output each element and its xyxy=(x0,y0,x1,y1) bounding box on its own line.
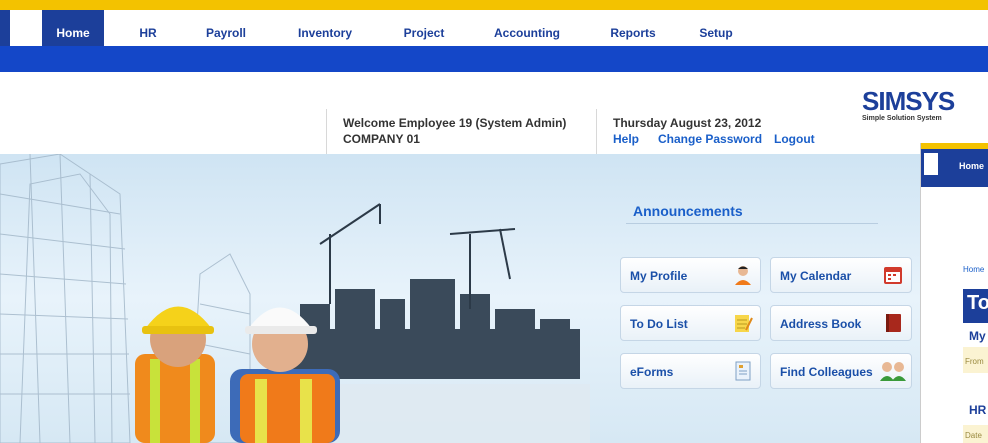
my-profile-button[interactable]: My Profile xyxy=(620,257,761,293)
profile-icon xyxy=(735,266,751,285)
notepad-icon xyxy=(735,315,753,332)
side-preview-nav-home[interactable]: Home xyxy=(959,161,984,171)
logo-text: SIMSYS xyxy=(862,86,955,116)
nav-accounting[interactable]: Accounting xyxy=(486,10,568,46)
side-preview-from: From xyxy=(965,357,984,366)
my-calendar-button[interactable]: My Calendar xyxy=(770,257,912,293)
company-name: COMPANY 01 xyxy=(343,132,420,146)
current-date: Thursday August 23, 2012 xyxy=(613,116,762,130)
logout-link[interactable]: Logout xyxy=(774,132,815,146)
hero-illustration xyxy=(0,154,590,443)
nav-setup[interactable]: Setup xyxy=(690,10,742,46)
announcements-title: Announcements xyxy=(633,203,743,219)
help-link[interactable]: Help xyxy=(613,132,639,146)
address-book-label: Address Book xyxy=(780,317,862,331)
my-calendar-label: My Calendar xyxy=(780,269,852,283)
nav-home[interactable]: Home xyxy=(42,10,104,46)
eforms-button[interactable]: eForms xyxy=(620,353,761,389)
side-preview-title: To xyxy=(967,292,988,314)
city-silhouette xyxy=(280,279,580,379)
welcome-text: Welcome Employee 19 (System Admin) xyxy=(343,116,567,130)
nav-inventory[interactable]: Inventory xyxy=(290,10,360,46)
nav-project[interactable]: Project xyxy=(394,10,454,46)
header-divider-left xyxy=(326,109,327,154)
side-preview-my: My xyxy=(969,329,986,343)
address-book-button[interactable]: Address Book xyxy=(770,305,912,341)
address-book-icon xyxy=(886,314,901,332)
worker-left xyxy=(135,306,215,443)
colleagues-icon xyxy=(880,362,906,381)
logo-subtitle: Simple Solution System xyxy=(862,115,942,122)
side-preview-breadcrumb[interactable]: Home xyxy=(963,265,984,274)
side-preview-nav-white xyxy=(924,153,938,175)
todo-list-label: To Do List xyxy=(630,317,688,331)
top-yellow-strip xyxy=(0,0,988,8)
todo-list-button[interactable]: To Do List xyxy=(620,305,761,341)
blue-band xyxy=(0,46,988,72)
nav-payroll[interactable]: Payroll xyxy=(196,10,256,46)
calendar-icon xyxy=(884,267,902,284)
header-area xyxy=(0,72,988,154)
find-colleagues-button[interactable]: Find Colleagues xyxy=(770,353,912,389)
my-profile-label: My Profile xyxy=(630,269,688,283)
change-password-link[interactable]: Change Password xyxy=(658,132,762,146)
hero-banner xyxy=(0,154,920,443)
side-preview-panel: Home Home To My From HR Date xyxy=(920,143,988,443)
company-logo: SIMSYS Simple Solution System xyxy=(862,86,988,126)
nav-hr[interactable]: HR xyxy=(126,10,170,46)
nav-reports[interactable]: Reports xyxy=(602,10,664,46)
announcements-divider xyxy=(626,223,878,224)
header-divider-right xyxy=(596,109,597,154)
eforms-label: eForms xyxy=(630,365,674,379)
blueprint xyxy=(300,384,590,443)
side-preview-date: Date xyxy=(965,431,982,440)
form-document-icon xyxy=(735,361,751,381)
find-colleagues-label: Find Colleagues xyxy=(780,365,873,379)
side-preview-hr: HR xyxy=(969,403,987,417)
